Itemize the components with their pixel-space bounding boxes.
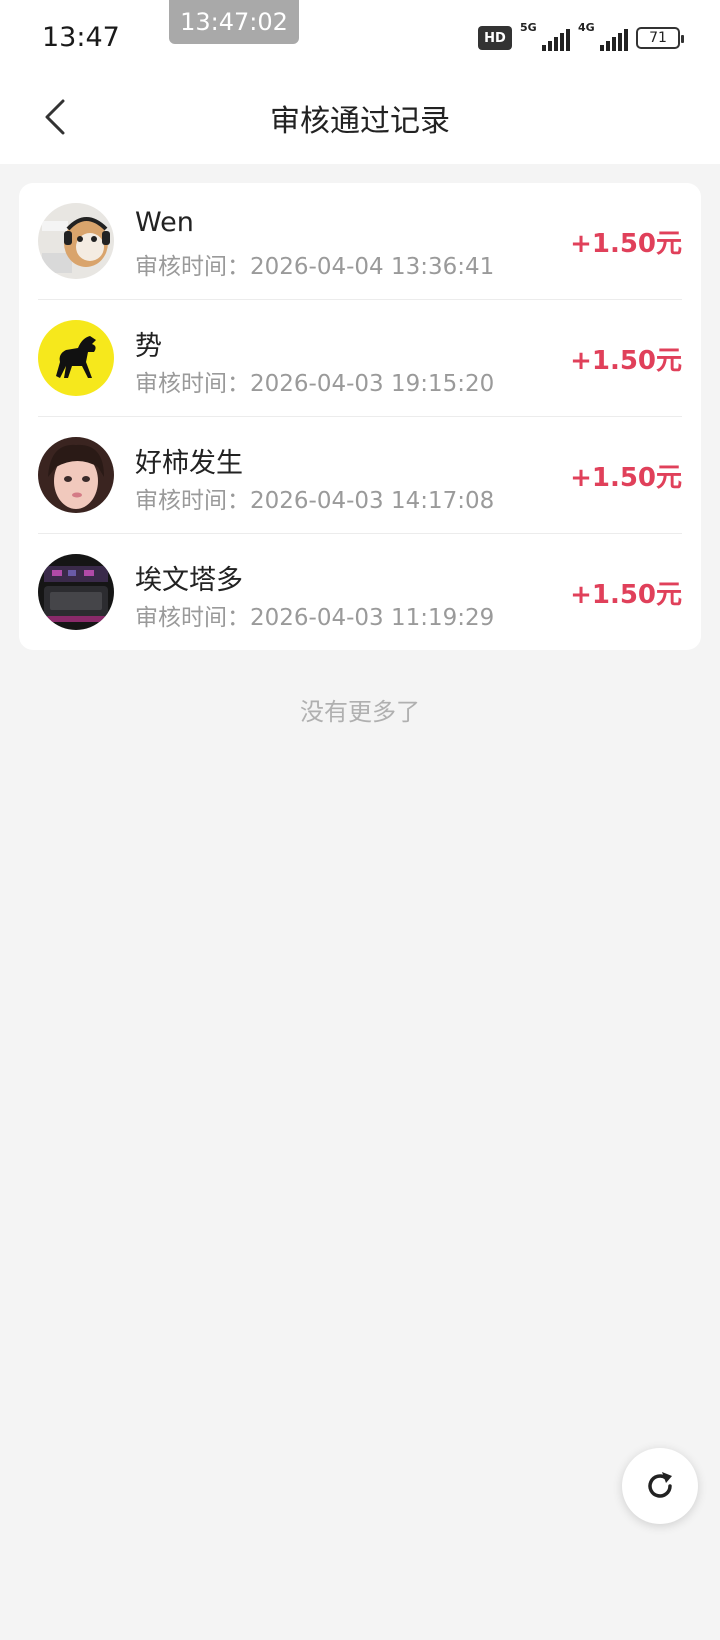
refresh-icon: [648, 1472, 672, 1498]
record-name: 埃文塔多: [135, 565, 243, 596]
refresh-button[interactable]: [622, 1448, 698, 1524]
page-title: 审核通过记录: [270, 104, 450, 139]
record-time: 审核时间：2026-04-04 13:36:41: [135, 247, 494, 281]
time-label: 审核时间：: [135, 488, 250, 514]
time-label: 审核时间：: [135, 254, 250, 280]
time-value: 2026-04-03 11:19:29: [250, 605, 495, 631]
record-time: 审核时间：2026-04-03 14:17:08: [135, 481, 494, 515]
status-bar: 13:47 13:47:02 HD 5G 4G 71: [0, 0, 720, 72]
record-time: 审核时间：2026-04-03 19:15:20: [135, 364, 494, 398]
signal-5g-icon: 5G: [520, 21, 570, 51]
avatar: [38, 203, 114, 279]
record-name: 好柿发生: [135, 448, 243, 479]
time-value: 2026-04-03 14:17:08: [250, 488, 495, 514]
time-label: 审核时间：: [135, 605, 250, 631]
record-amount: +1.50元: [570, 580, 682, 610]
record-row[interactable]: 埃文塔多 审核时间：2026-04-03 11:19:29 +1.50元: [19, 534, 701, 650]
avatar: [38, 320, 114, 396]
record-amount: +1.50元: [570, 463, 682, 493]
time-value: 2026-04-03 19:15:20: [250, 371, 495, 397]
record-row[interactable]: Wen 审核时间：2026-04-04 13:36:41 +1.50元: [19, 183, 701, 300]
record-name: 势: [135, 331, 162, 362]
net-type-label-4g: 4G: [578, 21, 595, 34]
nav-bar: 审核通过记录: [0, 72, 720, 164]
record-amount: +1.50元: [570, 346, 682, 376]
avatar: [38, 437, 114, 513]
battery-icon: 71: [636, 27, 684, 49]
net-type-label-5g: 5G: [520, 21, 537, 34]
records-card: Wen 审核时间：2026-04-04 13:36:41 +1.50元 势 审核…: [19, 183, 701, 650]
time-label: 审核时间：: [135, 371, 250, 397]
avatar: [38, 554, 114, 630]
clock-overlay: 13:47:02: [169, 0, 299, 44]
battery-level: 71: [649, 30, 667, 46]
no-more-text: 没有更多了: [300, 698, 420, 726]
signal-4g-icon: 4G: [578, 21, 628, 51]
record-row[interactable]: 势 审核时间：2026-04-03 19:15:20 +1.50元: [19, 300, 701, 417]
record-amount: +1.50元: [570, 229, 682, 259]
status-time: 13:47: [42, 22, 120, 53]
record-row[interactable]: 好柿发生 审核时间：2026-04-03 14:17:08 +1.50元: [19, 417, 701, 534]
record-name: Wen: [135, 207, 194, 238]
time-value: 2026-04-04 13:36:41: [250, 254, 495, 280]
hd-badge: HD: [478, 26, 512, 50]
status-icons: HD 5G 4G 71: [478, 21, 684, 52]
record-time: 审核时间：2026-04-03 11:19:29: [135, 598, 494, 632]
